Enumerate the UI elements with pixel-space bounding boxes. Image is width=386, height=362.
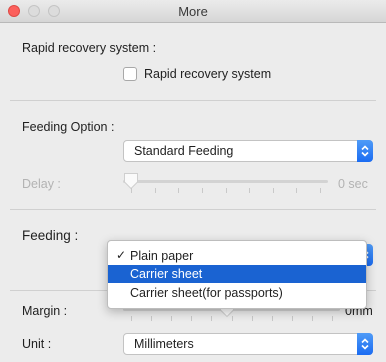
- slider-tick: [249, 188, 250, 193]
- slider-tick: [151, 316, 152, 321]
- feeding-option-select[interactable]: Standard Feeding: [123, 140, 373, 162]
- menu-item-label: Plain paper: [130, 249, 194, 263]
- delay-slider-track: [123, 180, 328, 183]
- slider-tick: [211, 316, 212, 321]
- slider-tick: [252, 316, 253, 321]
- rapid-recovery-section-label: Rapid recovery system :: [22, 41, 157, 55]
- slider-tick: [131, 316, 132, 321]
- rapid-recovery-checkbox-label[interactable]: Rapid recovery system: [144, 67, 271, 81]
- slider-tick: [155, 188, 156, 193]
- menu-item-label: Carrier sheet(for passports): [130, 286, 283, 300]
- slider-tick: [232, 316, 233, 321]
- checkmark-icon: ✓: [116, 248, 127, 262]
- delay-value: 0 sec: [338, 177, 368, 191]
- slider-tick: [171, 316, 172, 321]
- delay-slider[interactable]: [123, 172, 328, 194]
- separator: [10, 100, 376, 101]
- slider-tick: [320, 188, 321, 193]
- slider-tick: [292, 316, 293, 321]
- feeding-dropdown-menu: ✓ Plain paper Carrier sheet Carrier shee…: [107, 240, 367, 309]
- slider-tick: [296, 188, 297, 193]
- menu-item-plain-paper[interactable]: ✓ Plain paper: [108, 247, 366, 265]
- slider-tick: [202, 188, 203, 193]
- feeding-option-value: Standard Feeding: [134, 144, 234, 158]
- menu-item-carrier-sheet[interactable]: Carrier sheet: [108, 265, 366, 283]
- unit-label: Unit :: [22, 337, 52, 351]
- unit-select[interactable]: Millimeters: [123, 333, 373, 355]
- slider-tick: [226, 188, 227, 193]
- menu-item-carrier-sheet-passports[interactable]: Carrier sheet(for passports): [108, 284, 366, 302]
- unit-value: Millimeters: [134, 337, 194, 351]
- delay-label: Delay :: [22, 177, 61, 191]
- chevron-updown-icon: [357, 333, 373, 355]
- slider-tick: [272, 316, 273, 321]
- menu-item-label: Carrier sheet: [130, 267, 203, 281]
- slider-tick: [332, 316, 333, 321]
- rapid-recovery-checkbox[interactable]: [123, 67, 137, 81]
- slider-tick: [131, 188, 132, 193]
- slider-tick: [191, 316, 192, 321]
- separator: [10, 209, 376, 210]
- window-title: More: [178, 4, 208, 19]
- feeding-label: Feeding :: [22, 228, 79, 243]
- slider-tick: [273, 188, 274, 193]
- feeding-option-label: Feeding Option :: [22, 120, 115, 134]
- slider-tick: [178, 188, 179, 193]
- margin-label: Margin :: [22, 304, 68, 318]
- title-bar: More: [0, 0, 386, 23]
- slider-tick: [312, 316, 313, 321]
- chevron-updown-icon: [357, 140, 373, 162]
